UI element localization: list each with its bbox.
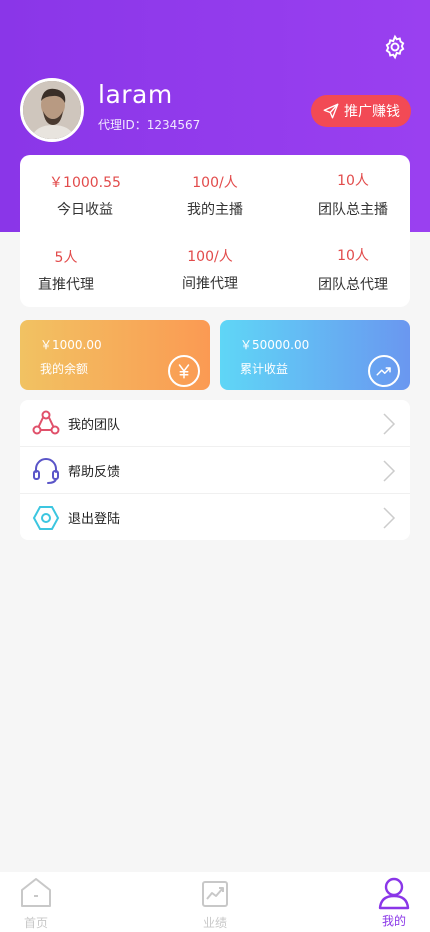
stat-value: 100/人 [192, 175, 238, 191]
tab-performance[interactable]: 业绩 [185, 880, 245, 931]
stat-direct-agents[interactable]: 5人 直推代理 [1, 248, 131, 294]
menu-item-label: 我的团队 [68, 417, 121, 433]
headset-icon [31, 455, 61, 485]
tab-label: 首页 [23, 916, 48, 930]
stat-value: ￥1000.55 [49, 175, 121, 191]
chevron-right-icon [383, 507, 396, 529]
menu-item-help-feedback[interactable]: 帮助反馈 [20, 447, 410, 494]
earnings-label: 累计收益 [240, 362, 289, 376]
tab-label: 业绩 [202, 916, 227, 930]
menu-item-logout[interactable]: 退出登陆 [20, 494, 410, 540]
chevron-right-icon [383, 460, 396, 482]
tab-label: 我的 [381, 914, 406, 928]
stat-label: 团队总代理 [318, 277, 388, 293]
trend-icon [368, 355, 400, 387]
promo-button[interactable]: 推广赚钱 [311, 95, 411, 127]
avatar-image [23, 81, 81, 139]
promo-button-label: 推广赚钱 [344, 104, 400, 120]
stat-my-anchors[interactable]: 100/人 我的主播 [150, 173, 280, 219]
stat-label: 团队总主播 [318, 202, 388, 218]
stat-indirect-agents[interactable]: 100/人 间推代理 [145, 247, 275, 293]
stat-value: 100/人 [187, 249, 233, 265]
yen-icon [168, 355, 200, 387]
tab-home[interactable]: 首页 [6, 876, 66, 931]
stat-today-income[interactable]: ￥1000.55 今日收益 [20, 173, 150, 219]
user-icon [378, 877, 410, 910]
chart-icon [202, 881, 228, 907]
earnings-amount: ￥50000.00 [240, 338, 310, 352]
earnings-card[interactable]: ￥50000.00 累计收益 [220, 320, 410, 390]
bottom-tab-bar: 首页 业绩 我的 [0, 872, 430, 932]
stat-label: 直推代理 [38, 277, 94, 293]
chevron-right-icon [383, 413, 396, 435]
paper-plane-icon [323, 103, 339, 119]
avatar[interactable] [20, 78, 84, 142]
settings-button[interactable] [380, 32, 410, 62]
stat-label: 我的主播 [187, 202, 243, 218]
balance-amount: ￥1000.00 [40, 338, 102, 352]
menu-item-label: 帮助反馈 [68, 464, 121, 480]
username: laram [98, 80, 173, 109]
stat-value: 10人 [337, 173, 369, 189]
tab-mine[interactable]: 我的 [364, 876, 424, 929]
stat-team-agents[interactable]: 10人 团队总代理 [288, 246, 418, 294]
gear-icon [385, 34, 405, 60]
stats-card: ￥1000.55 今日收益 100/人 我的主播 10人 团队总主播 5人 直推… [20, 155, 410, 307]
menu-item-my-team[interactable]: 我的团队 [20, 400, 410, 447]
home-icon [21, 878, 51, 907]
agent-id: 代理ID：1234567 [98, 118, 201, 132]
stat-team-anchors[interactable]: 10人 团队总主播 [288, 171, 418, 219]
menu-item-label: 退出登陆 [68, 512, 121, 527]
balance-label: 我的余额 [40, 362, 89, 376]
stat-value: 10人 [337, 248, 369, 264]
stat-label: 间推代理 [182, 276, 238, 292]
logout-hex-icon [31, 503, 61, 533]
menu-list: 我的团队 帮助反馈 退出登陆 [20, 400, 410, 540]
stat-value: 5人 [54, 250, 78, 266]
stat-label: 今日收益 [57, 202, 113, 218]
balance-card[interactable]: ￥1000.00 我的余额 [20, 320, 210, 390]
team-icon [31, 408, 61, 438]
